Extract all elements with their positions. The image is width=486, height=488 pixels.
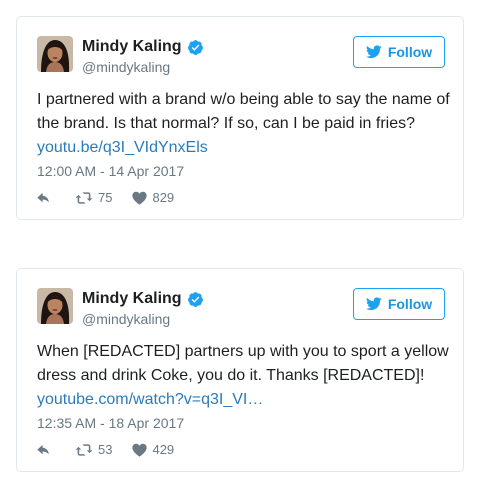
retweet-count: 75 [98, 190, 113, 205]
reply-button[interactable] [37, 191, 53, 205]
author-handle[interactable]: @mindykaling [82, 58, 170, 76]
author-name-row[interactable]: Mindy Kaling [82, 289, 204, 309]
tweet-link[interactable]: youtube.com/watch?v=q3I_VI… [37, 391, 263, 408]
retweet-button[interactable]: 75 [75, 190, 112, 206]
author-name-row[interactable]: Mindy Kaling [82, 37, 204, 57]
reply-icon [37, 444, 49, 455]
retweet-count: 53 [98, 442, 113, 457]
tweet-text: When [REDACTED] partners up with you to … [37, 340, 457, 412]
tweet-timestamp[interactable]: 12:00 AM - 14 Apr 2017 [37, 162, 184, 180]
follow-button[interactable]: Follow [353, 288, 445, 320]
reply-button[interactable] [37, 443, 53, 457]
tweet-link[interactable]: youtu.be/q3I_VIdYnxEls [37, 139, 208, 156]
twitter-bird-icon [365, 297, 382, 311]
retweet-icon [75, 444, 93, 456]
author-name[interactable]: Mindy Kaling [82, 37, 182, 57]
retweet-icon [75, 192, 93, 204]
author-handle[interactable]: @mindykaling [82, 310, 170, 328]
follow-button[interactable]: Follow [353, 36, 445, 68]
tweet-card: Mindy Kaling @mindykaling Follow I partn… [16, 16, 464, 220]
tweet-card: Mindy Kaling @mindykaling Follow When [R… [16, 268, 464, 472]
heart-icon [132, 443, 148, 457]
follow-label: Follow [387, 44, 433, 60]
verified-badge-icon [187, 291, 204, 308]
tweet-actions: 75 829 [37, 188, 194, 208]
tweet-body: I partnered with a brand w/o being able … [37, 91, 450, 132]
tweet-body: When [REDACTED] partners up with you to … [37, 343, 449, 384]
author-name[interactable]: Mindy Kaling [82, 289, 182, 309]
like-count: 829 [152, 190, 175, 205]
reply-icon [37, 192, 49, 203]
retweet-button[interactable]: 53 [75, 442, 112, 458]
avatar[interactable] [37, 288, 73, 324]
tweet-text: I partnered with a brand w/o being able … [37, 88, 457, 160]
twitter-bird-icon [365, 45, 382, 59]
avatar-photo [37, 288, 73, 324]
like-button[interactable]: 429 [132, 442, 174, 458]
tweet-actions: 53 429 [37, 440, 194, 460]
verified-badge-icon [187, 39, 204, 56]
avatar-photo [37, 36, 73, 72]
like-count: 429 [152, 442, 175, 457]
follow-label: Follow [387, 296, 433, 312]
like-button[interactable]: 829 [132, 190, 174, 206]
heart-icon [132, 191, 148, 205]
avatar[interactable] [37, 36, 73, 72]
tweet-timestamp[interactable]: 12:35 AM - 18 Apr 2017 [37, 414, 184, 432]
